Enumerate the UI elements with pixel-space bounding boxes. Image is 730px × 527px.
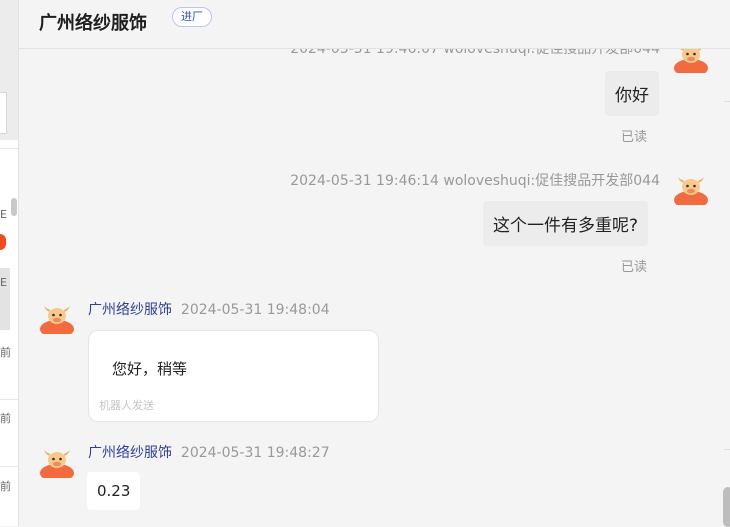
left-fragment-text: E	[0, 276, 7, 289]
status-badge[interactable]: 进厂	[172, 7, 212, 27]
read-status: 已读	[621, 260, 648, 275]
divider	[724, 449, 730, 450]
avatar[interactable]	[39, 298, 75, 338]
message-time: 2024-05-31 19:48:04	[180, 302, 330, 318]
message-meta: 广州络纱服饰 2024-05-31 19:48:04	[88, 299, 330, 319]
left-search-box-edge[interactable]	[0, 92, 7, 134]
chat-header: 广州络纱服饰 进厂	[19, 0, 730, 49]
message-bubble[interactable]: 你好	[605, 71, 659, 116]
conversation-list-edge: E E 前 前 前	[0, 0, 19, 526]
left-fragment-text: E	[0, 208, 7, 221]
left-scrollbar-thumb[interactable]	[11, 198, 17, 216]
divider	[724, 101, 730, 102]
message-scrollbar[interactable]	[719, 49, 730, 527]
message-bubble[interactable]: 这个一件有多重呢?	[483, 201, 649, 246]
scrollbar-thumb[interactable]	[723, 487, 730, 527]
left-fragment-text: 前	[0, 346, 11, 359]
message-card[interactable]: 您好，稍等 机器人发送	[88, 330, 379, 422]
message-meta: 2024-05-31 19:46:14 woloveshuqi:促佳搜品开发部0…	[290, 173, 660, 189]
message-meta: 广州络纱服饰 2024-05-31 19:48:27	[88, 442, 330, 462]
avatar[interactable]	[673, 49, 709, 77]
bull-avatar-icon	[40, 306, 74, 338]
message-time: 2024-05-31 19:48:27	[180, 445, 330, 461]
bull-avatar-icon	[40, 450, 74, 482]
divider	[0, 148, 18, 149]
sender-name[interactable]: 广州络纱服饰	[88, 302, 172, 318]
divider	[0, 399, 18, 400]
message-meta: 2024-05-31 19:46:07 woloveshuqi:促佳搜品开发部0…	[290, 49, 660, 57]
divider	[0, 466, 18, 467]
read-status: 已读	[621, 130, 648, 145]
message-bubble[interactable]: 0.23	[87, 472, 141, 510]
chat-title: 广州络纱服饰	[39, 13, 147, 34]
message-text: 您好，稍等	[112, 360, 188, 378]
robot-sent-note: 机器人发送	[99, 399, 154, 412]
sender-name[interactable]: 广州络纱服饰	[88, 445, 172, 461]
message-list[interactable]: 2024-05-31 19:46:07 woloveshuqi:促佳搜品开发部0…	[19, 49, 719, 526]
left-fragment-text: 前	[0, 412, 11, 425]
avatar[interactable]	[673, 169, 709, 209]
left-fragment-text: 前	[0, 480, 11, 493]
unread-badge	[0, 234, 6, 250]
bull-avatar-icon	[674, 49, 708, 77]
bull-avatar-icon	[674, 177, 708, 209]
avatar[interactable]	[39, 442, 75, 482]
